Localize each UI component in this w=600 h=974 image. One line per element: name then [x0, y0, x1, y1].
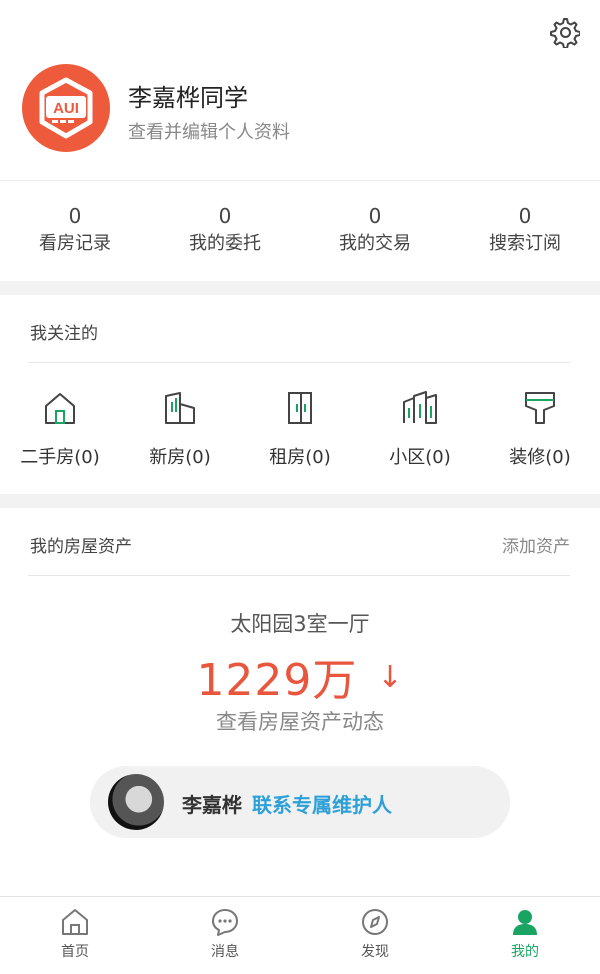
user-icon: [513, 910, 537, 935]
following-grid: 二手房(0) 新房(0) 租房(0) 小区(0) 装修(0): [0, 380, 600, 480]
follow-rental[interactable]: 租房(0): [240, 380, 360, 480]
follow-label: 租房(0): [269, 447, 331, 468]
tab-label: 消息: [211, 944, 239, 960]
gear-icon: [550, 18, 581, 49]
follow-new-house[interactable]: 新房(0): [120, 380, 240, 480]
follow-second-hand[interactable]: 二手房(0): [0, 380, 120, 480]
paint-brush-icon: [525, 392, 555, 424]
door-icon: [288, 392, 312, 424]
agent-contact-card[interactable]: 李嘉桦 联系专属维护人: [90, 766, 510, 838]
divider: [0, 180, 600, 181]
down-arrow-icon: ↓: [377, 660, 404, 695]
section-gap: [0, 281, 600, 295]
edit-profile-link[interactable]: 查看并编辑个人资料: [128, 118, 290, 144]
follow-label: 小区(0): [389, 447, 451, 468]
stat-viewing-history[interactable]: 0 看房记录: [0, 182, 150, 280]
assets-title: 我的房屋资产: [30, 537, 132, 557]
tab-label: 首页: [61, 944, 89, 960]
tab-label: 发现: [361, 944, 389, 960]
follow-label: 装修(0): [509, 447, 571, 468]
house-icon: [45, 393, 75, 424]
stats-row: 0 看房记录 0 我的委托 0 我的交易 0 搜索订阅: [0, 182, 600, 280]
follow-community[interactable]: 小区(0): [360, 380, 480, 480]
stat-label: 搜索订阅: [489, 233, 561, 254]
stat-count: 0: [368, 204, 382, 228]
tab-label: 我的: [511, 944, 539, 960]
home-icon: [62, 909, 88, 935]
profile-header[interactable]: AUI 李嘉桦同学 查看并编辑个人资料: [0, 60, 600, 180]
follow-label: 二手房(0): [20, 447, 100, 468]
aui-logo-icon: AUI: [39, 77, 93, 139]
view-asset-trends-link[interactable]: 查看房屋资产动态: [0, 706, 600, 736]
stat-label: 我的委托: [189, 233, 261, 254]
divider: [28, 575, 570, 576]
add-asset-button[interactable]: 添加资产: [502, 532, 570, 557]
agent-name: 李嘉桦: [182, 793, 242, 817]
avatar[interactable]: AUI: [22, 64, 110, 152]
property-price: 1229万: [196, 655, 358, 706]
stat-count: 0: [518, 204, 532, 228]
building-icon: [165, 392, 195, 424]
compass-icon: [362, 909, 388, 935]
community-icon: [403, 391, 437, 424]
contact-agent-link[interactable]: 联系专属维护人: [252, 789, 392, 818]
follow-decoration[interactable]: 装修(0): [480, 380, 600, 480]
logo-text: AUI: [53, 100, 79, 117]
follow-label: 新房(0): [149, 447, 211, 468]
user-name: 李嘉桦同学: [128, 84, 248, 112]
tab-home[interactable]: 首页: [0, 897, 150, 974]
stat-label: 我的交易: [339, 233, 411, 254]
tab-mine[interactable]: 我的: [450, 897, 600, 974]
stat-search-subscriptions[interactable]: 0 搜索订阅: [450, 182, 600, 280]
agent-avatar: [108, 774, 164, 830]
settings-button[interactable]: [548, 16, 581, 49]
stat-count: 0: [68, 204, 82, 228]
stat-count: 0: [218, 204, 232, 228]
stat-my-trades[interactable]: 0 我的交易: [300, 182, 450, 280]
stat-my-entrust[interactable]: 0 我的委托: [150, 182, 300, 280]
following-title: 我关注的: [30, 324, 98, 344]
tab-messages[interactable]: 消息: [150, 897, 300, 974]
message-icon: [212, 909, 238, 936]
property-name: 太阳园3室一厅: [230, 612, 370, 636]
tab-discover[interactable]: 发现: [300, 897, 450, 974]
divider: [28, 362, 570, 363]
bottom-tab-bar: 首页 消息 发现 我的: [0, 896, 600, 974]
section-gap: [0, 494, 600, 508]
property-price-row: 1229万 ↓: [0, 644, 600, 708]
stat-label: 看房记录: [39, 233, 111, 254]
